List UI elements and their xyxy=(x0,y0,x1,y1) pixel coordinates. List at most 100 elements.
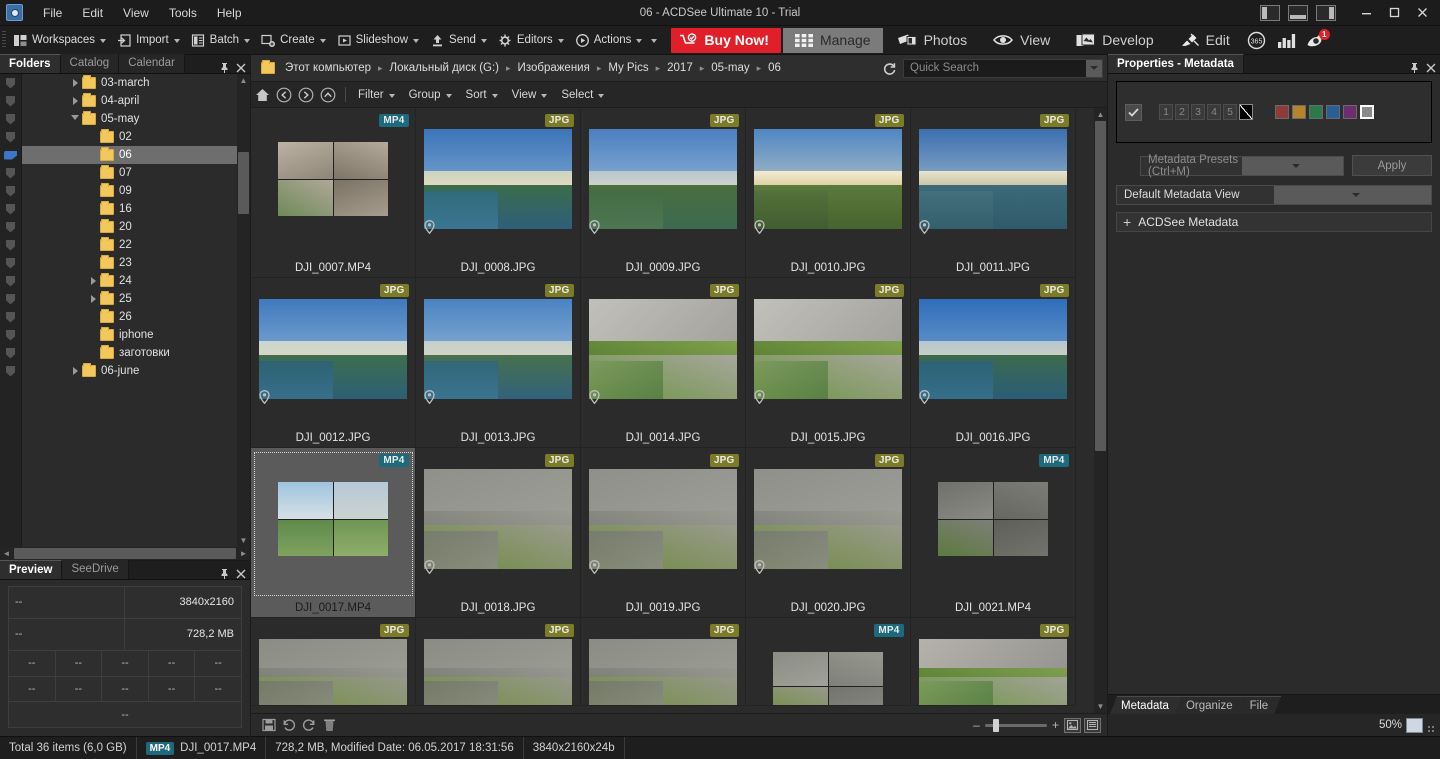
folder-tree-rows[interactable]: 03-march04-april05-may020607091620222324… xyxy=(22,74,250,560)
pin-icon[interactable] xyxy=(1409,62,1420,73)
chevron-down-icon[interactable] xyxy=(413,39,419,43)
metadata-view-select[interactable]: Default Metadata View xyxy=(1116,185,1432,205)
thumbnail-item[interactable]: MP4DJI_0007.MP4 xyxy=(251,108,416,278)
thumbnail-item[interactable]: JPGDJI_0011.JPG xyxy=(911,108,1076,278)
toolbar-workspaces-button[interactable]: Workspaces xyxy=(9,26,113,55)
rating-1-button[interactable]: 1 xyxy=(1159,104,1173,120)
rating-2-button[interactable]: 2 xyxy=(1175,104,1189,120)
folder-tree-item[interactable]: заготовки xyxy=(22,344,250,362)
toolbar-slideshow-button[interactable]: Slideshow xyxy=(333,26,426,55)
folder-badge-cell[interactable] xyxy=(0,200,21,218)
close-icon[interactable] xyxy=(1426,63,1436,73)
toolbar-grip[interactable] xyxy=(2,31,6,49)
thumbnail-item[interactable]: JPGDJI_0019.JPG xyxy=(581,448,746,618)
scroll-up-arrow-icon[interactable]: ▲ xyxy=(1094,108,1107,121)
list-view-icon[interactable] xyxy=(1084,718,1101,733)
chevron-down-icon[interactable] xyxy=(1242,157,1343,175)
menu-item-edit[interactable]: Edit xyxy=(72,3,113,23)
tab-seedrive[interactable]: SeeDrive xyxy=(62,560,128,579)
minimize-button[interactable] xyxy=(1352,0,1380,26)
chevron-down-icon[interactable] xyxy=(636,39,642,43)
chevron-down-icon[interactable] xyxy=(446,94,452,98)
menu-item-file[interactable]: File xyxy=(33,3,72,23)
chevron-down-icon[interactable] xyxy=(558,39,564,43)
chevron-down-icon[interactable] xyxy=(492,94,498,98)
folder-badge-cell[interactable] xyxy=(0,344,21,362)
zoom-out-button[interactable]: – xyxy=(971,718,982,732)
close-button[interactable] xyxy=(1408,0,1436,26)
folder-tree[interactable]: 03-march04-april05-may020607091620222324… xyxy=(0,74,250,560)
quick-search-box[interactable] xyxy=(903,59,1103,78)
365-icon[interactable]: 365 xyxy=(1242,26,1272,55)
folder-tree-item[interactable]: 16 xyxy=(22,200,250,218)
chevron-right-icon[interactable] xyxy=(86,277,100,285)
thumbnail-item[interactable]: JPGDJI_0018.JPG xyxy=(416,448,581,618)
folder-tree-item[interactable]: 23 xyxy=(22,254,250,272)
rotate-left-icon[interactable] xyxy=(279,715,299,735)
chevron-down-icon[interactable] xyxy=(244,39,250,43)
folder-tree-item[interactable]: 24 xyxy=(22,272,250,290)
breadcrumb-item[interactable]: Локальный диск (G:) xyxy=(387,60,502,76)
chevron-down-icon[interactable] xyxy=(100,39,106,43)
mode-view-button[interactable]: View xyxy=(981,28,1062,53)
folder-tree-item[interactable]: iphone xyxy=(22,326,250,344)
filter-menu[interactable]: Filter xyxy=(352,87,403,103)
no-rating-icon[interactable] xyxy=(1239,104,1253,120)
save-icon[interactable] xyxy=(259,715,279,735)
panel-bottom-toggle-icon[interactable] xyxy=(1288,5,1308,21)
tab-preview[interactable]: Preview xyxy=(0,560,62,579)
breadcrumb-item[interactable]: Изображения xyxy=(515,60,593,76)
sort-menu[interactable]: Sort xyxy=(460,87,506,103)
thumbnail-item[interactable]: MP4 xyxy=(746,618,911,706)
breadcrumb-item[interactable]: Этот компьютер xyxy=(282,60,374,76)
folder-badge-cell[interactable] xyxy=(0,74,21,92)
forward-icon[interactable] xyxy=(295,84,317,106)
thumbnail-item[interactable]: JPGDJI_0013.JPG xyxy=(416,278,581,448)
pin-icon[interactable] xyxy=(219,568,230,579)
folder-tree-item[interactable]: 03-march xyxy=(22,74,250,92)
thumbnail-item[interactable]: MP4DJI_0021.MP4 xyxy=(911,448,1076,618)
chevron-down-icon[interactable] xyxy=(541,94,547,98)
resize-grip[interactable] xyxy=(1427,725,1436,734)
thumbnail-item[interactable]: MP4DJI_0017.MP4 xyxy=(251,448,416,618)
folder-badge-cell[interactable] xyxy=(0,146,21,164)
thumbnail-item[interactable]: JPG xyxy=(911,618,1076,706)
thumbnail-item[interactable]: JPG xyxy=(581,618,746,706)
folder-badge-cell[interactable] xyxy=(0,290,21,308)
chevron-right-icon[interactable] xyxy=(68,97,82,105)
thumbnail-item[interactable]: JPGDJI_0015.JPG xyxy=(746,278,911,448)
folder-badge-cell[interactable] xyxy=(0,110,21,128)
apply-button[interactable]: Apply xyxy=(1352,155,1432,176)
folder-tree-item[interactable]: 06-june xyxy=(22,362,250,380)
close-icon[interactable] xyxy=(236,569,246,579)
folder-tree-item[interactable]: 06 xyxy=(22,146,250,164)
mode-edit-button[interactable]: Edit xyxy=(1168,28,1242,53)
checkmark-icon[interactable] xyxy=(1125,104,1142,121)
folder-badge-cell[interactable] xyxy=(0,362,21,380)
folder-tree-item[interactable]: 07 xyxy=(22,164,250,182)
breadcrumb-item[interactable]: 05-may xyxy=(708,60,752,76)
menu-bar[interactable]: File Edit View Tools Help xyxy=(33,3,252,23)
rating-5-button[interactable]: 5 xyxy=(1223,104,1237,120)
tab-folders[interactable]: Folders xyxy=(0,54,61,73)
buy-now-button[interactable]: Buy Now! xyxy=(671,28,781,53)
menu-item-view[interactable]: View xyxy=(113,3,159,23)
folder-badge-cell[interactable] xyxy=(0,92,21,110)
rating-buttons[interactable]: 1 2 3 4 5 xyxy=(1159,104,1253,120)
tab-calendar[interactable]: Calendar xyxy=(119,54,185,73)
folder-tree-item[interactable]: 09 xyxy=(22,182,250,200)
color-label-chip[interactable] xyxy=(1326,105,1340,119)
breadcrumb[interactable]: Этот компьютер▸Локальный диск (G:)▸Изобр… xyxy=(282,60,784,76)
chevron-down-icon[interactable] xyxy=(481,39,487,43)
home-icon[interactable] xyxy=(251,84,273,106)
thumbnail-item[interactable]: JPGDJI_0012.JPG xyxy=(251,278,416,448)
maximize-button[interactable] xyxy=(1380,0,1408,26)
folder-tree-item[interactable]: 22 xyxy=(22,236,250,254)
scroll-down-arrow-icon[interactable]: ▼ xyxy=(237,534,250,547)
color-label-chip[interactable] xyxy=(1309,105,1323,119)
scroll-left-arrow-icon[interactable]: ◄ xyxy=(0,547,13,560)
folder-tree-item[interactable]: 04-april xyxy=(22,92,250,110)
folder-tree-item[interactable]: 26 xyxy=(22,308,250,326)
tab-metadata[interactable]: Metadata xyxy=(1110,696,1182,714)
tab-file[interactable]: File xyxy=(1239,696,1282,714)
